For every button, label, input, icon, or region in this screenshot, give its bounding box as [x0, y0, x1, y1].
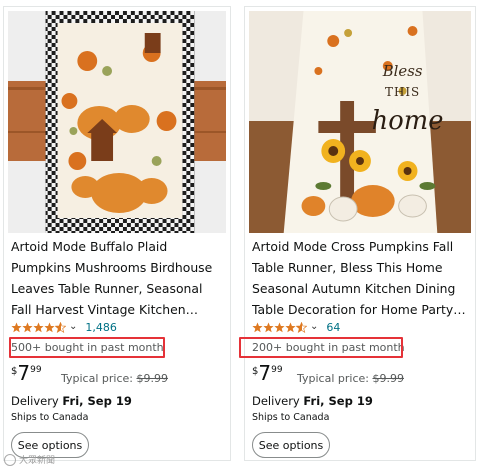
- star-rating[interactable]: [11, 321, 66, 333]
- rating-count[interactable]: 64: [326, 321, 340, 334]
- price-whole: 7: [258, 361, 272, 385]
- star-icon: [274, 322, 285, 332]
- typical-price-label: Typical price:: [297, 372, 369, 385]
- star-icon: [22, 322, 33, 332]
- price[interactable]: $ 7 99: [252, 363, 283, 383]
- star-icon: [285, 322, 296, 332]
- star-rating[interactable]: [252, 321, 307, 333]
- watermark-text: 大眾新聞: [19, 456, 56, 466]
- typical-price-value: $9.99: [136, 372, 168, 385]
- image-text-this: THIS: [385, 85, 420, 99]
- product-card-1[interactable]: Artoid Mode Buffalo Plaid Pumpkins Mushr…: [3, 6, 231, 461]
- product-title-1[interactable]: Artoid Mode Buffalo Plaid Pumpkins Mushr…: [11, 236, 224, 320]
- typical-price: Typical price: $9.99: [61, 372, 168, 385]
- delivery-info: Delivery Fri, Sep 19: [252, 394, 373, 408]
- typical-price-value: $9.99: [372, 372, 404, 385]
- ships-to: Ships to Canada: [252, 412, 330, 423]
- product-title-2[interactable]: Artoid Mode Cross Pumpkins Fall Table Ru…: [252, 236, 469, 320]
- delivery-label: Delivery: [252, 394, 300, 408]
- star-icon: [44, 322, 55, 332]
- delivery-label: Delivery: [11, 394, 59, 408]
- price[interactable]: $ 7 99: [11, 363, 42, 383]
- ships-to: Ships to Canada: [11, 412, 89, 423]
- rating-row-2[interactable]: ⌄ 64: [252, 320, 340, 334]
- product-card-2[interactable]: Bless THIS home Artoid Mode Cross Pumpki…: [239, 6, 476, 461]
- product-image-1[interactable]: [8, 11, 226, 233]
- highlight-box: [9, 337, 165, 358]
- star-icon: [33, 322, 44, 332]
- watermark-logo-icon: [4, 453, 16, 466]
- image-text-bless: Bless: [382, 62, 423, 80]
- star-half-icon: [55, 321, 66, 333]
- star-icon: [263, 322, 274, 332]
- star-half-icon: [296, 321, 307, 333]
- price-whole: 7: [17, 361, 31, 385]
- star-icon: [252, 322, 263, 332]
- price-fraction: 99: [30, 365, 42, 375]
- delivery-info: Delivery Fri, Sep 19: [11, 394, 132, 408]
- rating-count[interactable]: 1,486: [85, 321, 117, 334]
- price-fraction: 99: [271, 365, 283, 375]
- rating-row-1[interactable]: ⌄ 1,486: [11, 320, 117, 334]
- chevron-down-icon[interactable]: ⌄: [69, 322, 77, 332]
- delivery-date: Fri, Sep 19: [303, 394, 373, 408]
- chevron-down-icon[interactable]: ⌄: [310, 322, 318, 332]
- watermark: 大眾新聞: [4, 453, 55, 466]
- image-text-home: home: [372, 106, 444, 136]
- delivery-date: Fri, Sep 19: [62, 394, 132, 408]
- star-icon: [11, 322, 22, 332]
- product-image-2[interactable]: Bless THIS home: [249, 11, 471, 233]
- typical-price-label: Typical price:: [61, 372, 133, 385]
- highlight-box: [239, 337, 403, 358]
- see-options-button[interactable]: See options: [252, 432, 330, 458]
- typical-price: Typical price: $9.99: [297, 372, 404, 385]
